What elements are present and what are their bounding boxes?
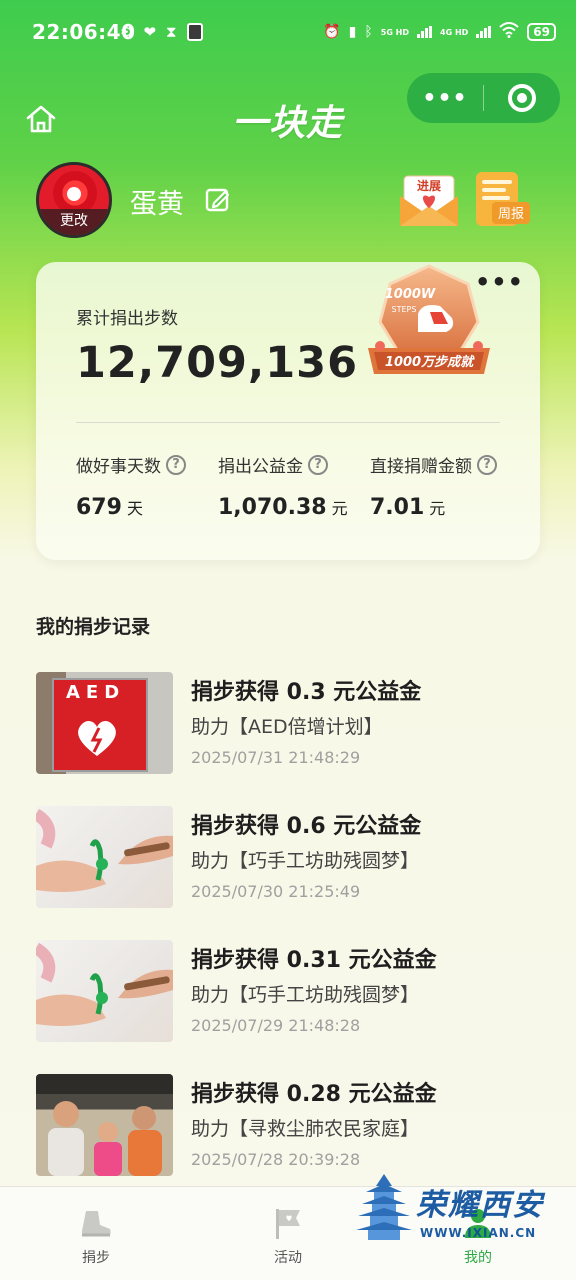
- signal-icon: [417, 26, 433, 38]
- app-title: 一块走: [232, 103, 344, 144]
- record-title: 捐步获得 0.31 元公益金: [191, 948, 437, 973]
- direct-donation-stat: 直接捐赠金额? 7.01 元: [370, 452, 497, 520]
- avatar[interactable]: 更改: [36, 162, 112, 238]
- edit-icon: [205, 188, 230, 212]
- settings-icon: ⚙: [120, 23, 134, 41]
- avatar-change-label[interactable]: 更改: [39, 209, 109, 235]
- good-deed-days-unit: 天: [126, 499, 143, 518]
- record-title: 捐步获得 0.6 元公益金: [191, 814, 422, 839]
- vibrate-icon: ▮: [348, 24, 357, 40]
- home-button[interactable]: [24, 102, 58, 136]
- record-item[interactable]: AED 捐步获得 0.3 元公益金 助力【AED倍增计划】 2025/07/31…: [36, 672, 556, 776]
- help-icon[interactable]: ?: [166, 454, 186, 475]
- heart-icon: ❤: [143, 23, 157, 41]
- donated-fund-stat: 捐出公益金? 1,070.38 元: [218, 452, 348, 520]
- watermark-text: 荣耀西安: [416, 1188, 544, 1223]
- tab-label: 我的: [464, 1250, 492, 1266]
- aed-label: AED: [66, 682, 126, 703]
- family-photo-image: [36, 1074, 173, 1176]
- achievement-badge[interactable]: 1000W STEPS 1000万步成就: [360, 262, 498, 392]
- watermark-url: WWW.IXIAN.CN: [420, 1226, 537, 1240]
- watermark: 荣耀西安 WWW.IXIAN.CN: [356, 1172, 552, 1250]
- record-time: 2025/07/29 21:48:28: [191, 1016, 361, 1035]
- wifi-icon: [499, 22, 519, 42]
- signal-icon-2: [476, 26, 492, 38]
- record-time: 2025/07/30 21:25:49: [191, 882, 361, 901]
- stats-card: ••• 累计捐出步数 12,709,136 1000W STEPS 1000万步…: [36, 262, 540, 560]
- network-4g-label: 4G HD: [440, 27, 469, 37]
- alarm-icon: ⏰: [323, 24, 341, 40]
- badge-ribbon-text: 1000万步成就: [385, 354, 475, 370]
- status-bar: 22:06:40 ⚙ ❤ ⧗ ⏰ ▮ ᛒ 5G HD 4G HD 69: [0, 0, 576, 66]
- crafting-hands-image: [36, 942, 173, 1026]
- badge-top-text: 1000W: [385, 287, 436, 302]
- capsule-more-button[interactable]: •••: [407, 86, 483, 111]
- card-divider: [76, 422, 500, 423]
- record-title: 捐步获得 0.3 元公益金: [191, 680, 422, 705]
- donated-fund-value: 1,070.38: [218, 495, 327, 520]
- record-thumbnail: [36, 1074, 173, 1176]
- direct-donation-value: 7.01: [370, 495, 425, 520]
- mini-program-capsule: •••: [407, 73, 560, 123]
- record-project: 助力【寻救尘肺农民家庭】: [191, 1118, 420, 1140]
- record-time: 2025/07/31 21:48:29: [191, 748, 361, 767]
- donated-fund-unit: 元: [331, 499, 348, 518]
- heart-icon: [78, 720, 116, 756]
- good-deed-days-stat: 做好事天数? 679 天: [76, 452, 186, 520]
- total-steps-value: 12,709,136: [76, 338, 359, 388]
- weekly-report-button[interactable]: 周报: [472, 170, 532, 230]
- help-icon[interactable]: ?: [477, 454, 497, 475]
- direct-donation-label: 直接捐赠金额: [370, 457, 472, 477]
- bluetooth-icon: ᛒ: [364, 24, 373, 40]
- record-item[interactable]: 捐步获得 0.28 元公益金 助力【寻救尘肺农民家庭】 2025/07/28 2…: [36, 1074, 556, 1178]
- network-5g-label: 5G HD: [380, 27, 410, 37]
- record-thumbnail: [36, 806, 173, 908]
- record-project: 助力【巧手工坊助残圆梦】: [191, 984, 420, 1006]
- tab-label: 捐步: [82, 1250, 110, 1266]
- hourglass-icon: ⧗: [166, 23, 177, 41]
- shoe-icon: [82, 1211, 111, 1237]
- home-icon: [26, 105, 56, 133]
- report-icon: 周报: [476, 172, 530, 226]
- flag-icon: [276, 1209, 300, 1239]
- status-right-icons: ⏰ ▮ ᛒ 5G HD 4G HD 69: [323, 22, 556, 42]
- good-deed-days-value: 679: [76, 495, 122, 520]
- record-thumbnail: AED: [36, 672, 173, 774]
- progress-button[interactable]: 进展: [398, 170, 460, 230]
- pagoda-logo-icon: [356, 1174, 412, 1240]
- total-steps-label: 累计捐出步数: [76, 309, 178, 329]
- badge-sub-text: STEPS: [392, 305, 417, 314]
- battery-indicator: 69: [527, 23, 556, 41]
- record-title: 捐步获得 0.28 元公益金: [191, 1082, 437, 1107]
- direct-donation-unit: 元: [429, 499, 446, 518]
- avatar-face: [67, 187, 81, 201]
- tab-label: 活动: [274, 1250, 302, 1266]
- crafting-hands-image: [36, 808, 173, 892]
- help-icon[interactable]: ?: [308, 454, 328, 475]
- username: 蛋黄: [130, 189, 184, 220]
- envelope-icon: 进展: [400, 175, 458, 226]
- record-item[interactable]: 捐步获得 0.31 元公益金 助力【巧手工坊助残圆梦】 2025/07/29 2…: [36, 940, 556, 1044]
- status-left-icons: ⚙ ❤ ⧗: [120, 22, 203, 42]
- record-project: 助力【AED倍增计划】: [191, 716, 383, 738]
- app-notification-icon: [186, 23, 203, 41]
- record-time: 2025/07/28 20:39:28: [191, 1150, 361, 1169]
- good-deed-days-label: 做好事天数: [76, 457, 161, 477]
- capsule-close-button[interactable]: [484, 84, 560, 112]
- record-thumbnail: [36, 940, 173, 1042]
- edit-name-button[interactable]: [204, 186, 232, 214]
- records-title: 我的捐步记录: [36, 616, 151, 638]
- record-item[interactable]: 捐步获得 0.6 元公益金 助力【巧手工坊助残圆梦】 2025/07/30 21…: [36, 806, 556, 910]
- donated-fund-label: 捐出公益金: [218, 457, 303, 477]
- target-icon: [508, 84, 536, 112]
- progress-label: 进展: [417, 178, 441, 193]
- weekly-label: 周报: [498, 207, 524, 222]
- record-project: 助力【巧手工坊助残圆梦】: [191, 850, 420, 872]
